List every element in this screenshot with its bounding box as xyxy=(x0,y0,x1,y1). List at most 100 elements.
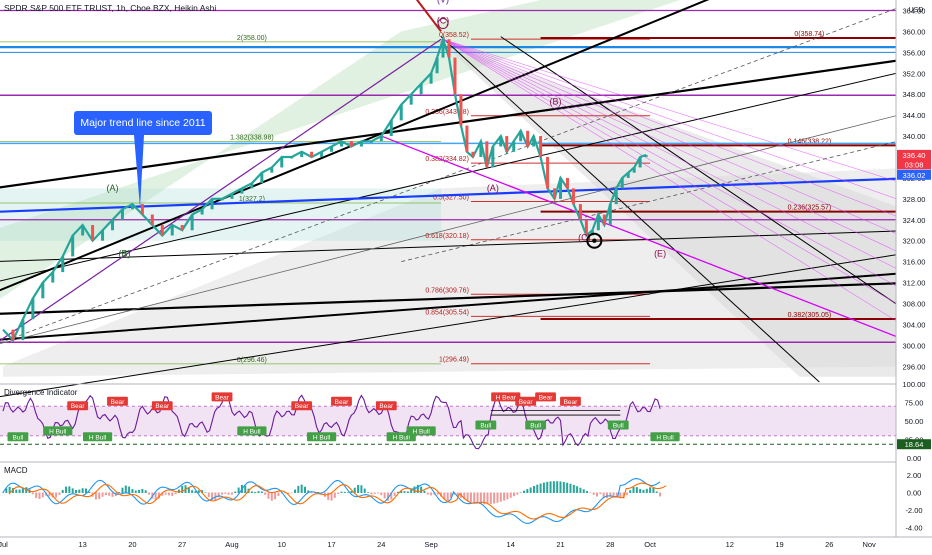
macd-histogram-bar xyxy=(297,485,300,493)
macd-histogram-bar xyxy=(230,492,233,495)
macd-histogram-bar xyxy=(556,481,559,493)
macd-histogram-bar xyxy=(476,492,479,504)
macd-histogram-bar xyxy=(605,492,608,499)
macd-histogram-bar xyxy=(539,483,542,493)
candle-body xyxy=(429,73,433,84)
macd-histogram-bar xyxy=(639,488,642,493)
macd-histogram-bar xyxy=(2,492,4,493)
macd-histogram-bar xyxy=(516,492,519,495)
time-tick-label: 19 xyxy=(775,540,783,549)
candle-body xyxy=(71,235,75,257)
candle-body xyxy=(644,154,648,157)
trendline-callout: Major trend line since 2011 xyxy=(74,111,212,135)
candle-body xyxy=(91,225,95,241)
candle-body xyxy=(526,130,530,147)
macd-tick-label: 2.00 xyxy=(907,471,922,480)
price-tick-label: 304.00 xyxy=(903,320,926,329)
wave-label: (E) xyxy=(654,248,666,258)
divergence-marker-label: H Bull xyxy=(313,434,331,441)
macd-histogram-bar xyxy=(55,492,58,498)
time-tick-label: 17 xyxy=(327,540,335,549)
price-tick-label: 296.00 xyxy=(903,362,926,371)
macd-histogram-bar xyxy=(31,492,34,495)
macd-histogram-bar xyxy=(257,491,260,493)
macd-histogram-bar xyxy=(343,491,346,493)
macd-histogram-bar xyxy=(164,492,167,495)
macd-histogram-bar xyxy=(576,486,579,493)
candle-body xyxy=(339,141,343,147)
macd-histogram-bar xyxy=(649,487,652,493)
macd-histogram-bar xyxy=(536,484,539,493)
macd-histogram-bar xyxy=(18,489,21,493)
price-tick-label: 340.00 xyxy=(903,132,926,141)
macd-histogram-bar xyxy=(98,492,101,500)
time-tick-label: Sep xyxy=(424,540,437,549)
time-tick-label: 26 xyxy=(825,540,833,549)
candle-body xyxy=(532,136,536,147)
macd-histogram-bar xyxy=(426,492,429,495)
macd-histogram-bar xyxy=(58,492,61,495)
macd-histogram-bar xyxy=(629,490,632,493)
divergence-pane-title: Divergence Indicator xyxy=(4,388,78,397)
macd-histogram-bar xyxy=(121,487,124,493)
candle-body xyxy=(441,39,445,58)
macd-histogram-bar xyxy=(632,487,635,493)
macd-histogram-bar xyxy=(244,485,247,493)
target-circle-dot xyxy=(592,238,597,243)
macd-histogram-bar xyxy=(224,492,227,494)
macd-histogram-bar xyxy=(532,486,535,493)
macd-histogram-bar xyxy=(506,492,509,500)
candle-body xyxy=(602,214,606,226)
macd-histogram-bar xyxy=(81,488,84,493)
macd-histogram-bar xyxy=(469,492,472,502)
macd-histogram-bar xyxy=(337,492,340,495)
divergence-marker-label: H Bull xyxy=(412,428,430,435)
time-tick-label: Jul xyxy=(0,540,8,549)
candle-body xyxy=(290,156,294,159)
price-axis[interactable]: USD296.00300.00304.00308.00312.00316.003… xyxy=(896,0,932,550)
macd-histogram-bar xyxy=(260,491,263,493)
candle-body xyxy=(471,151,475,157)
time-tick-label: 14 xyxy=(507,540,515,549)
macd-histogram-bar xyxy=(549,481,552,493)
macd-histogram-bar xyxy=(174,492,177,495)
candle-body xyxy=(200,209,204,215)
macd-histogram-bar xyxy=(589,492,592,494)
macd-histogram-bar xyxy=(446,492,449,501)
candle-body xyxy=(505,136,509,152)
time-tick-label: 10 xyxy=(278,540,286,549)
candle-body xyxy=(539,136,543,157)
candle-body xyxy=(519,130,523,142)
candle-body xyxy=(130,204,134,210)
macd-histogram-bar xyxy=(370,492,373,495)
divergence-marker-label: Bear xyxy=(295,403,310,410)
wave-label: (A) xyxy=(107,183,119,193)
candle-body xyxy=(270,167,274,173)
candle-body xyxy=(485,141,489,168)
candle-body xyxy=(260,172,264,184)
macd-histogram-bar xyxy=(566,482,569,493)
time-tick-label: 13 xyxy=(78,540,86,549)
chart-title: SPDR S&P 500 ETF TRUST, 1h, Cboe BZX, He… xyxy=(4,3,217,13)
candle-body xyxy=(210,198,214,210)
macd-histogram-bar xyxy=(367,492,370,493)
macd-histogram-bar xyxy=(234,491,237,493)
divergence-marker-label: Bear xyxy=(519,399,534,406)
macd-histogram-bar xyxy=(493,492,496,504)
macd-tick-label: 0.00 xyxy=(907,488,922,497)
macd-histogram-bar xyxy=(104,492,107,496)
candle-body xyxy=(180,225,184,231)
price-tick-label: 312.00 xyxy=(903,279,926,288)
candle-body xyxy=(632,167,636,173)
price-tick-label: 324.00 xyxy=(903,216,926,225)
macd-histogram-bar xyxy=(124,485,127,493)
candle-body xyxy=(512,141,516,152)
chart-svg: 0(358.52)0.236(343.88)0.382(334.82)0.5(3… xyxy=(0,0,932,550)
time-tick-label: 27 xyxy=(178,540,186,549)
macd-histogram-bar xyxy=(473,492,476,503)
macd-histogram-bar xyxy=(582,489,585,493)
chart-root: { "header": { "title": "SPDR S&P 500 ETF… xyxy=(0,0,932,550)
macd-histogram-bar xyxy=(148,492,151,495)
price-badge-label: 03:08 xyxy=(905,160,924,169)
macd-line xyxy=(2,478,661,524)
